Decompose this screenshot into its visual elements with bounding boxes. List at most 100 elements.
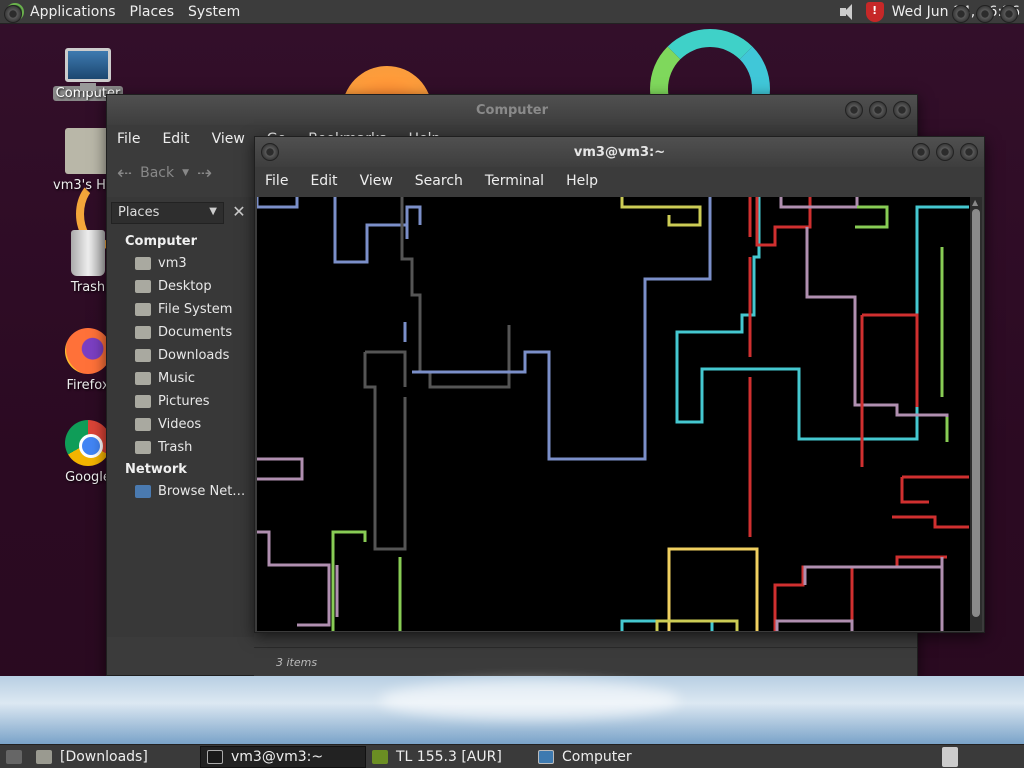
menu-terminal[interactable]: Terminal (485, 173, 544, 189)
close-sidebar-button[interactable]: ✕ (228, 202, 250, 224)
menu-file[interactable]: File (117, 131, 140, 147)
terminal-menubar: File Edit View Search Terminal Help (255, 167, 984, 195)
sidebar-item-music[interactable]: Music (107, 367, 254, 390)
show-desktop-button[interactable] (0, 746, 30, 768)
videos-folder-icon (135, 418, 151, 431)
maximize-button[interactable] (976, 5, 994, 23)
sidebar-item-trash[interactable]: Trash (107, 436, 254, 459)
sidebar-item-label: Browse Net… (158, 484, 246, 499)
menu-search[interactable]: Search (415, 173, 463, 189)
sidebar-item-vm3[interactable]: vm3 (107, 252, 254, 275)
drive-icon (135, 303, 151, 316)
sidebar-item-label: Music (158, 371, 195, 386)
bottom-taskbar: [Downloads] vm3@vm3:~ TL 155.3 [AUR] Com… (0, 744, 1024, 768)
taskbar-item-computer[interactable]: Computer (532, 746, 702, 768)
sidebar-item-browse-network[interactable]: Browse Net… (107, 480, 254, 503)
chrome-icon (65, 420, 111, 466)
terminal-titlebar[interactable]: vm3@vm3:~ (255, 137, 984, 167)
sidebar-item-label: Desktop (158, 279, 212, 294)
volume-icon[interactable] (838, 2, 858, 22)
back-button[interactable]: ⇠ Back ▼ ⇢ (117, 163, 212, 184)
pipe-segment (667, 547, 759, 631)
sidebar-section-network: Network (125, 462, 187, 477)
pipe-segment (675, 197, 969, 441)
taskbar-item-label: TL 155.3 [AUR] (396, 748, 502, 765)
sidebar-item-desktop[interactable]: Desktop (107, 275, 254, 298)
sidebar-item-documents[interactable]: Documents (107, 321, 254, 344)
forward-arrow-icon[interactable]: ⇢ (197, 163, 212, 184)
documents-folder-icon (135, 326, 151, 339)
pipe-segment (620, 197, 702, 227)
window-menu-button[interactable] (261, 143, 279, 161)
taskbar-item-terminal[interactable]: vm3@vm3:~ (200, 745, 366, 768)
maximize-button[interactable] (936, 143, 954, 161)
terminal-output[interactable] (257, 197, 970, 631)
sidebar-item-downloads[interactable]: Downloads (107, 344, 254, 367)
maximize-button[interactable] (869, 101, 887, 119)
places-menu[interactable]: Places (130, 4, 175, 20)
system-menu[interactable]: System (188, 4, 240, 20)
pipe-segment (400, 197, 511, 389)
home-folder-icon (135, 257, 151, 270)
close-button[interactable] (1000, 5, 1018, 23)
show-desktop-icon (6, 749, 22, 764)
file-manager-titlebar[interactable]: Computer (107, 95, 917, 125)
menu-help[interactable]: Help (566, 173, 598, 189)
sidebar-item-label: vm3 (158, 256, 187, 271)
sidebar-item-file-system[interactable]: File System (107, 298, 254, 321)
status-bar: 3 items (254, 647, 917, 677)
taskbar-item-tl[interactable]: TL 155.3 [AUR] (366, 746, 532, 768)
close-button[interactable] (960, 143, 978, 161)
menu-edit[interactable]: Edit (310, 173, 337, 189)
sidebar-item-videos[interactable]: Videos (107, 413, 254, 436)
minimize-button[interactable] (952, 5, 970, 23)
window-title: vm3@vm3:~ (573, 144, 666, 160)
menu-view[interactable]: View (212, 131, 245, 147)
menu-file[interactable]: File (265, 173, 288, 189)
taskbar-item-label: vm3@vm3:~ (231, 748, 324, 765)
scroll-up-icon[interactable]: ▲ (972, 198, 978, 207)
pictures-folder-icon (135, 395, 151, 408)
computer-icon (65, 48, 111, 91)
taskbar-item-label: Computer (562, 748, 632, 765)
pipe-segment (855, 205, 949, 442)
sidebar-item-label: File System (158, 302, 233, 317)
back-arrow-icon: ⇠ (117, 162, 133, 184)
sidebar-item-label: Documents (158, 325, 233, 340)
home-folder-icon (65, 128, 111, 174)
desktop-icon-computer[interactable]: Computer (53, 44, 123, 101)
sidebar-item-label: Pictures (158, 394, 210, 409)
sidebar-section-computer: Computer (125, 234, 198, 249)
close-button[interactable] (893, 101, 911, 119)
scrollbar-thumb[interactable] (972, 209, 980, 617)
applications-menu[interactable]: Applications (30, 4, 116, 20)
taskbar-item-label: [Downloads] (60, 748, 148, 765)
menu-view[interactable]: View (360, 173, 393, 189)
downloads-folder-icon (135, 349, 151, 362)
cube-icon (372, 749, 388, 764)
computer-icon (538, 749, 554, 764)
background-window-sky (0, 676, 1024, 744)
places-sidebar: Places ✕ Computer vm3 Desktop File Syste… (107, 197, 254, 637)
trash-applet-icon[interactable] (942, 747, 958, 767)
terminal-scrollbar[interactable]: ▲ (970, 197, 982, 631)
menu-edit[interactable]: Edit (162, 131, 189, 147)
back-label: Back (140, 165, 175, 181)
taskbar-item-downloads[interactable]: [Downloads] (30, 746, 200, 768)
sidebar-item-label: Trash (158, 440, 193, 455)
window-title: Computer (475, 102, 549, 118)
sidebar-item-pictures[interactable]: Pictures (107, 390, 254, 413)
sidebar-item-label: Downloads (158, 348, 230, 363)
pipes-screensaver-art (257, 197, 969, 631)
pipe-segment (257, 197, 299, 209)
minimize-button[interactable] (912, 143, 930, 161)
shield-icon[interactable]: ! (865, 2, 884, 22)
trash-icon (135, 441, 151, 454)
pipe-segment (779, 197, 949, 427)
window-menu-button[interactable] (4, 5, 22, 23)
pipe-segment (363, 350, 407, 551)
places-dropdown[interactable]: Places (111, 202, 224, 224)
terminal-icon (207, 749, 223, 764)
back-history-dropdown-icon[interactable]: ▼ (182, 168, 189, 178)
minimize-button[interactable] (845, 101, 863, 119)
